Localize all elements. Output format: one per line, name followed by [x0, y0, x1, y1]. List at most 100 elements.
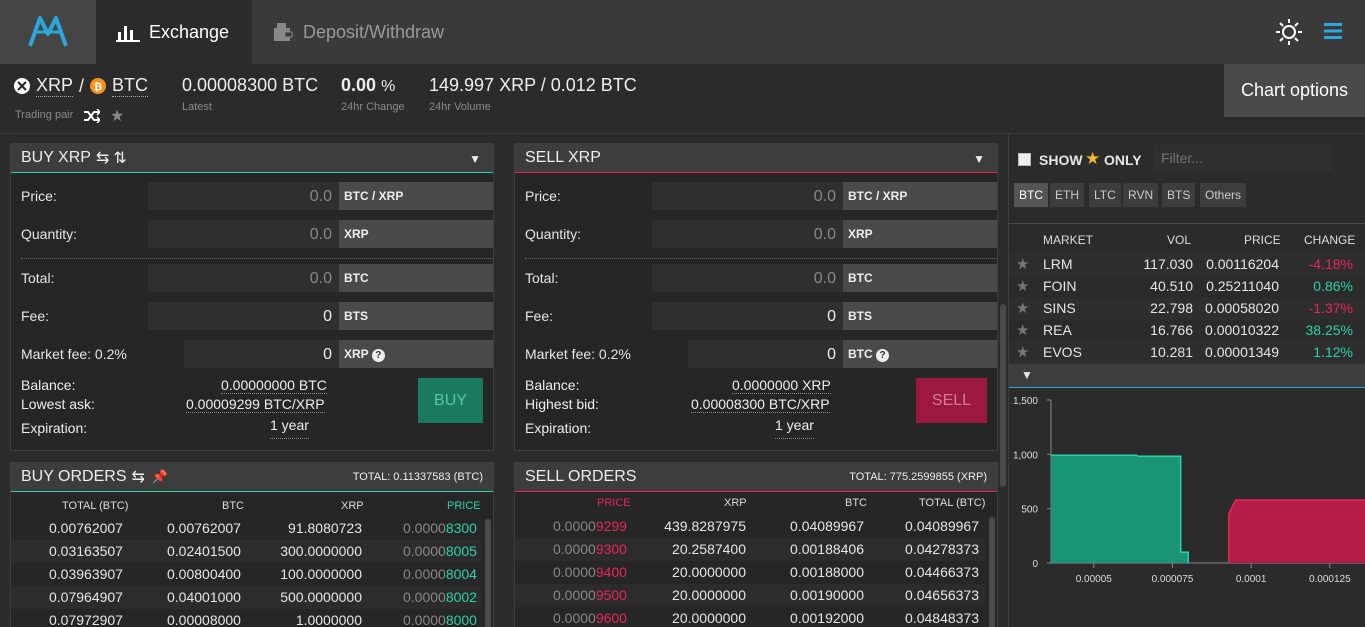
- market-row[interactable]: ★ SINS 22.798 0.00058020 -1.37%: [1009, 298, 1365, 320]
- base-asset[interactable]: BTC: [112, 75, 149, 97]
- buy-order-row[interactable]: 0.07964907 0.04001000 500.0000000 0.0000800…: [11, 586, 481, 609]
- sell-button[interactable]: SELL: [916, 378, 987, 423]
- sell-order-row[interactable]: 0.00009400 20.0000000 0.00188000 0.04466373: [515, 561, 985, 584]
- market-header-price: PRICE: [1244, 233, 1281, 247]
- coin-tab-others[interactable]: Others: [1200, 183, 1247, 207]
- wallet-icon: [274, 23, 293, 41]
- market-change: 38.25%: [1305, 322, 1353, 338]
- market-header-vol: VOL: [1167, 233, 1192, 247]
- order-price: 0.00009300: [553, 541, 627, 557]
- trading-pair-label: Trading pair: [15, 109, 74, 121]
- favorite-star-icon[interactable]: ★: [1016, 255, 1029, 273]
- shuffle-icon[interactable]: [84, 109, 100, 123]
- buy-order-row[interactable]: 0.03163507 0.02401500 300.0000000 0.0000800…: [11, 540, 481, 563]
- coin-tab-bts[interactable]: BTS: [1162, 183, 1196, 207]
- lowest-ask-value[interactable]: 0.00009299 BTC/XRP: [186, 396, 325, 413]
- sell-balance-value[interactable]: 0.0000000 XRP: [732, 377, 831, 394]
- price-significant: 9299: [595, 518, 627, 534]
- help-icon[interactable]: ?: [876, 349, 890, 362]
- market-volume: 10.281: [1150, 344, 1193, 360]
- buy-order-row[interactable]: 0.00762007 0.00762007 91.8080723 0.00008300: [11, 517, 481, 540]
- sell-price-input[interactable]: 0.0: [652, 182, 843, 210]
- sell-order-row[interactable]: 0.00009600 20.0000000 0.00192000 0.04848373: [515, 607, 985, 627]
- coin-tab-rvn[interactable]: RVN: [1123, 183, 1159, 207]
- sell-orders-header: SELL ORDERS TOTAL: 775.2599855 (XRP): [515, 463, 997, 492]
- tab-deposit-withdraw[interactable]: Deposit/Withdraw: [252, 0, 482, 64]
- price-significant: 9300: [595, 541, 627, 557]
- favorite-star-icon[interactable]: ★: [1016, 299, 1029, 317]
- market-name: FOIN: [1043, 278, 1077, 294]
- favorite-star-icon[interactable]: ★: [1016, 343, 1029, 361]
- buy-order-row[interactable]: 0.03963907 0.00800400 100.0000000 0.0000800…: [11, 563, 481, 586]
- quote-asset[interactable]: XRP: [36, 75, 74, 97]
- sell-fee-asset[interactable]: BTS: [843, 302, 997, 330]
- market-name: SINS: [1043, 300, 1076, 316]
- favorite-star-icon[interactable]: ★: [1016, 277, 1029, 295]
- coin-tab-eth[interactable]: ETH: [1050, 183, 1084, 207]
- market-row[interactable]: ★ FOIN 40.510 0.25211040 0.86%: [1009, 276, 1365, 298]
- app-logo[interactable]: [0, 0, 96, 64]
- sell-total-input[interactable]: 0.0: [652, 264, 843, 292]
- change-value: 0.00: [341, 75, 377, 95]
- coin-tab-ltc[interactable]: LTC: [1089, 183, 1121, 207]
- sort-icon[interactable]: ⇅: [113, 148, 126, 168]
- sell-order-row[interactable]: 0.00009299 439.8287975 0.04089967 0.0408996…: [515, 515, 985, 538]
- main-scrollbar[interactable]: [1000, 304, 1006, 487]
- buy-price-input[interactable]: 0.0: [148, 182, 339, 210]
- market-change: -4.18%: [1308, 256, 1353, 272]
- market-name: REA: [1043, 322, 1072, 338]
- change-stat: 0.00 % 24hr Change: [341, 75, 405, 113]
- highest-bid-value[interactable]: 0.00008300 BTC/XRP: [691, 396, 830, 413]
- sell-quantity-input[interactable]: 0.0: [652, 220, 843, 248]
- buy-orders-scrollbar[interactable]: [485, 519, 491, 627]
- sell-order-row[interactable]: 0.00009300 20.2587400 0.00188406 0.04278373: [515, 538, 985, 561]
- volume-value: 149.997 XRP / 0.012 BTC: [429, 75, 637, 95]
- favorite-star-icon[interactable]: ★: [110, 106, 124, 126]
- y-tick-label: 500: [1021, 505, 1038, 516]
- market-filter-input[interactable]: [1154, 145, 1332, 171]
- coin-tab-btc[interactable]: BTC: [1014, 183, 1048, 207]
- chart-options-button[interactable]: Chart options: [1224, 64, 1365, 117]
- sell-orders-scrollbar[interactable]: [989, 517, 995, 627]
- market-row[interactable]: ★ REA 16.766 0.00010322 38.25%: [1009, 320, 1365, 342]
- buy-fee-input: 0: [148, 302, 339, 330]
- market-row[interactable]: ★ LRM 117.030 0.00116204 -4.18%: [1009, 254, 1365, 276]
- collapse-caret-icon[interactable]: ▼: [469, 152, 481, 166]
- buy-total-input[interactable]: 0.0: [148, 264, 339, 292]
- sell-expiration-select[interactable]: 1 year: [775, 417, 814, 439]
- hamburger-menu-icon[interactable]: [1324, 22, 1342, 40]
- help-icon[interactable]: ?: [371, 349, 385, 362]
- swap-icon[interactable]: ⇆: [96, 148, 109, 168]
- order-xrp: 300.0000000: [280, 543, 362, 559]
- tab-exchange[interactable]: Exchange: [96, 0, 252, 64]
- market-row[interactable]: ★ EVOS 10.281 0.00001349 1.12%: [1009, 342, 1365, 364]
- buy-quantity-input[interactable]: 0.0: [148, 220, 339, 248]
- price-significant: 8002: [445, 589, 477, 605]
- btc-coin-icon: ₿: [90, 78, 107, 94]
- col-header-total: TOTAL (BTC): [62, 500, 129, 512]
- buy-order-row[interactable]: 0.07972907 0.00008000 1.0000000 0.00008000: [11, 609, 481, 627]
- latest-price: 0.00008300 BTC: [182, 75, 319, 95]
- buy-balance-value[interactable]: 0.00000000 BTC: [221, 377, 327, 394]
- buy-total-row: Total: 0.0 BTC: [21, 264, 493, 292]
- pin-icon[interactable]: 📌: [152, 469, 168, 485]
- depth-chart: 0 500 1,000 1,500 0.00005 0.000075 0.0001 0.000…: [1013, 396, 1365, 585]
- order-btc: 0.00192000: [790, 610, 864, 626]
- collapse-caret-icon[interactable]: ▼: [1021, 368, 1033, 382]
- sell-order-row[interactable]: 0.00009500 20.0000000 0.00190000 0.04656373: [515, 584, 985, 607]
- swap-icon[interactable]: ⇆: [132, 467, 145, 487]
- sell-market-fee-asset: BTC: [848, 347, 873, 361]
- collapse-caret-icon[interactable]: ▼: [973, 152, 985, 166]
- order-btc: 0.00008000: [167, 612, 241, 627]
- buy-expiration-select[interactable]: 1 year: [270, 417, 309, 439]
- buy-fee-asset[interactable]: BTS: [339, 302, 493, 330]
- order-xrp: 20.0000000: [672, 610, 746, 626]
- latest-label: Latest: [182, 101, 212, 113]
- favorite-star-icon[interactable]: ★: [1016, 321, 1029, 339]
- sell-market-fee-unit: BTC ?: [843, 340, 997, 368]
- order-xrp: 20.0000000: [672, 587, 746, 603]
- show-starred-checkbox[interactable]: [1018, 153, 1031, 166]
- theme-toggle-icon[interactable]: [1276, 19, 1302, 45]
- buy-button[interactable]: BUY: [418, 378, 483, 423]
- change-percent-sign: %: [381, 78, 396, 95]
